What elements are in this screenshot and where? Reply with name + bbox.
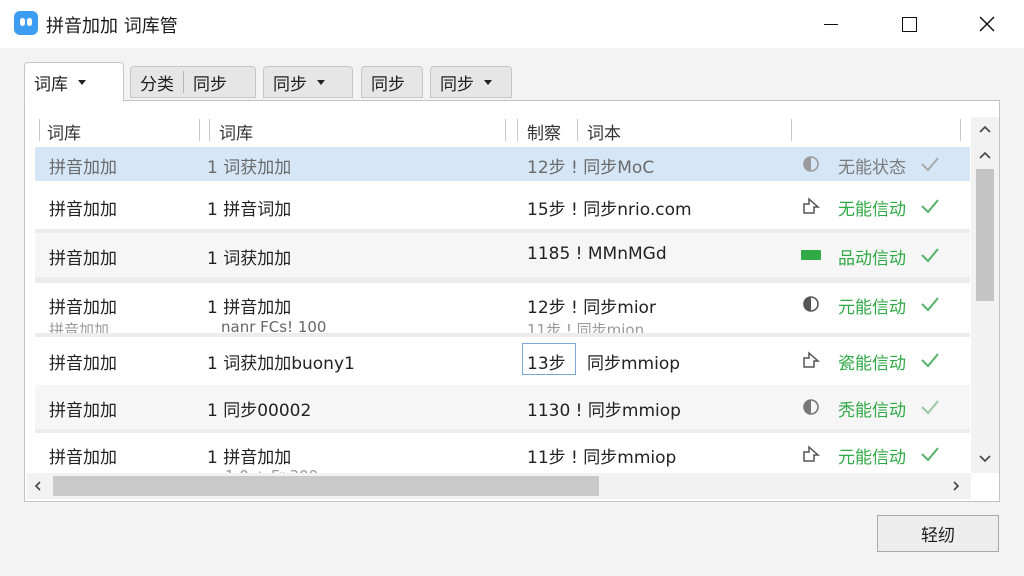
table-row[interactable]: 拼音加加 1 拼音加加 12步 ! 同步mior 元能信动 拼音加加 nanr … — [35, 283, 970, 339]
chevron-right-icon — [953, 481, 960, 491]
battery-icon — [800, 244, 822, 266]
share-icon — [800, 349, 822, 371]
row-info: 1130 ! 同步mmiop — [527, 401, 681, 421]
tab-label: 同步 — [371, 74, 405, 95]
scroll-right-button[interactable] — [949, 477, 963, 495]
column-header-dictionary[interactable]: 词本 — [587, 119, 621, 144]
row-name: 拼音加加 — [49, 249, 117, 269]
scroll-left-button[interactable] — [31, 477, 45, 495]
chevron-down-icon — [979, 455, 991, 463]
tab-label: 同步 — [193, 74, 227, 95]
row-name: 拼音加加 — [49, 298, 117, 318]
pie-icon — [800, 396, 822, 418]
chevron-left-icon — [34, 481, 41, 491]
row-name: 拼音加加 — [49, 354, 117, 374]
footer-action-button[interactable]: 轻纫 — [877, 515, 999, 552]
tab-label: 同步 — [440, 74, 474, 95]
row-name: 拼音加加 — [49, 200, 117, 220]
column-header-name[interactable]: 词库 — [47, 119, 81, 144]
row-id: 1 拼音加加 — [207, 298, 292, 318]
row-info: 12步 ! 同步MoC — [527, 158, 655, 178]
row-id: 1 词获加加 — [207, 249, 292, 269]
check-icon — [921, 199, 939, 214]
row-id: 1 同步00002 — [207, 401, 312, 421]
table-row[interactable]: 拼音加加 1 同步00002 1130 ! 同步mmiop 秃能信动 — [35, 385, 970, 429]
row-info: 13步 — [527, 354, 566, 374]
row-info: 1185 ! MMnMGd — [527, 244, 667, 264]
row-status: 瓷能信动 — [838, 354, 906, 374]
row-id: 1 词获加加buony1 — [207, 354, 355, 374]
row-status: 元能信动 — [838, 298, 906, 318]
vertical-scroll-thumb[interactable] — [976, 169, 994, 301]
tab-category-sync[interactable]: 分类 同步 — [130, 66, 256, 98]
row-id: 1 拼音加加 — [207, 448, 292, 468]
check-icon — [921, 297, 939, 312]
row-info: 12步 ! 同步mior — [527, 298, 656, 318]
row-id: 1 拼音词加 — [207, 200, 292, 220]
row-status: 元能信动 — [838, 448, 906, 468]
dictionary-list-panel: 词库 词库 制察 词本 拼音加加 1 词获加加 12步 ! 同步MoC 无能状态… — [24, 100, 1000, 502]
tab-label: 词库 — [34, 74, 68, 95]
pie-icon — [800, 293, 822, 315]
minimize-button[interactable] — [808, 0, 854, 48]
row-info: 11步 ! 同步mmiop — [527, 448, 677, 468]
scroll-up-button-2[interactable] — [975, 147, 995, 163]
column-header-info[interactable]: 制察 — [527, 119, 561, 144]
row-status: 秃能信动 — [838, 401, 906, 421]
tab-label: 分类 — [140, 74, 174, 95]
app-logo-icon — [14, 11, 38, 35]
row-info: 同步mmiop — [587, 354, 681, 374]
row-status: 品动信动 — [838, 249, 906, 269]
column-header-id[interactable]: 词库 — [219, 119, 253, 144]
dropdown-caret-icon — [484, 79, 492, 85]
maximize-button[interactable] — [886, 0, 932, 48]
table-row[interactable]: 拼音加加 1 词获加加 1185 ! MMnMGd 品动信动 — [35, 233, 970, 277]
minimize-icon — [824, 23, 838, 25]
tab-sync-dropdown[interactable]: 同步 — [263, 66, 353, 98]
tab-dictionary[interactable]: 词库 — [24, 62, 124, 102]
row-name: 拼音加加 — [49, 401, 117, 421]
window-title: 拼音加加 词库管 — [46, 16, 178, 37]
chevron-up-icon — [979, 151, 991, 159]
table-row[interactable]: 拼音加加 1 词获加加buony1 13步 同步mmiop 瓷能信动 — [35, 337, 970, 383]
scroll-down-button[interactable] — [975, 451, 995, 467]
table-row[interactable]: 拼音加加 1 词获加加 12步 ! 同步MoC 无能状态 — [35, 147, 970, 181]
check-icon — [921, 157, 939, 172]
horizontal-scrollbar[interactable] — [27, 473, 971, 499]
pie-icon — [800, 153, 822, 175]
tab-sync-dropdown-2[interactable]: 同步 — [430, 66, 512, 98]
check-icon — [921, 447, 939, 462]
maximize-icon — [901, 16, 917, 32]
table-row[interactable]: 拼音加加 1 拼音词加 15步 ! 同步nrio.com 无能信动 — [35, 183, 970, 229]
scroll-up-button[interactable] — [975, 121, 995, 137]
row-status: 无能信动 — [838, 200, 906, 220]
dropdown-caret-icon — [78, 79, 86, 85]
dropdown-caret-icon — [317, 79, 325, 85]
close-button[interactable] — [964, 0, 1010, 48]
row-id: 1 词获加加 — [207, 158, 292, 178]
row-name: 拼音加加 — [49, 158, 117, 178]
row-status: 无能状态 — [838, 158, 906, 178]
vertical-scrollbar[interactable] — [971, 117, 999, 473]
check-icon — [921, 353, 939, 368]
title-bar: 拼音加加 词库管 — [0, 0, 1024, 48]
row-info: 15步 ! 同步nrio.com — [527, 200, 692, 220]
chevron-up-icon — [979, 125, 991, 133]
check-icon — [921, 400, 939, 415]
tab-label: 同步 — [273, 74, 307, 95]
close-icon — [979, 16, 995, 32]
check-icon — [921, 248, 939, 263]
table-header: 词库 词库 制察 词本 — [35, 115, 973, 145]
share-icon — [800, 195, 822, 217]
share-icon — [800, 443, 822, 465]
tab-sync[interactable]: 同步 — [361, 66, 423, 98]
table-row[interactable]: 拼音加加 1 拼音加加 11步 ! 同步mmiop 元能信动 1 0 + Fr … — [35, 433, 970, 485]
horizontal-scroll-thumb[interactable] — [53, 476, 599, 496]
row-name: 拼音加加 — [49, 448, 117, 468]
